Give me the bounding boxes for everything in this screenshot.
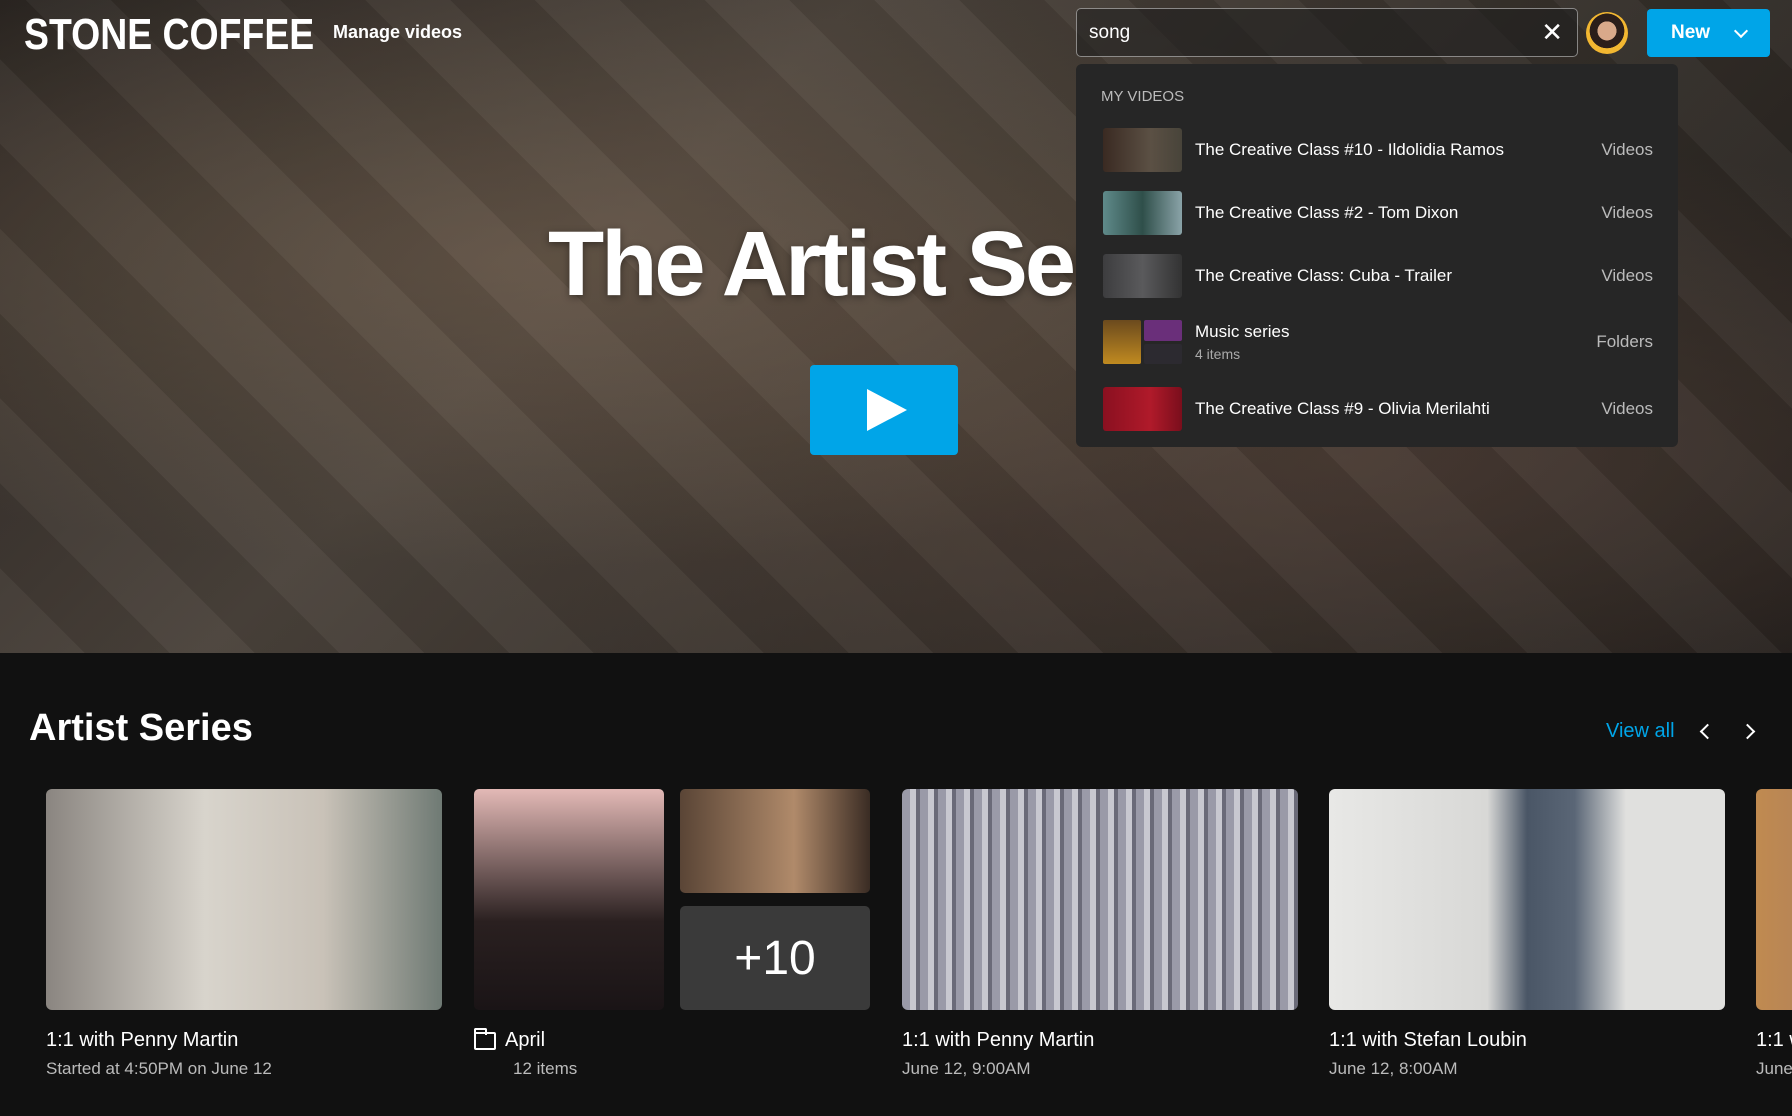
video-card[interactable]: 1:1 with Penny Martin Started at 4:50PM …	[46, 789, 442, 1079]
result-type: Videos	[1601, 265, 1653, 285]
folder-icon	[474, 1027, 496, 1050]
avatar[interactable]	[1586, 12, 1628, 54]
search-result[interactable]: The Creative Class #10 - Ildolidia Ramos…	[1076, 118, 1678, 181]
result-thumbnail	[1103, 386, 1182, 431]
chevron-left-icon[interactable]	[1699, 723, 1716, 740]
video-thumbnail[interactable]	[1756, 789, 1792, 1010]
search-input[interactable]	[1089, 21, 1542, 44]
chevron-down-icon[interactable]	[1734, 23, 1749, 38]
card-subtitle: 12 items	[513, 1059, 578, 1078]
play-button[interactable]	[810, 365, 958, 455]
video-thumbnail[interactable]	[902, 789, 1298, 1010]
new-button[interactable]: New	[1647, 9, 1770, 57]
result-type: Videos	[1601, 139, 1653, 159]
card-subtitle: June 12, 8:00AM	[1329, 1059, 1458, 1078]
search-result[interactable]: The Creative Class #9 - Olivia Merilahti…	[1076, 377, 1678, 440]
card-subtitle: June	[1756, 1059, 1792, 1078]
result-title: The Creative Class #10 - Ildolidia Ramos	[1195, 139, 1504, 159]
result-title: Music series	[1195, 322, 1290, 341]
result-subtitle: 4 items	[1195, 346, 1241, 362]
video-card[interactable]: 1:1 with June	[1756, 789, 1792, 1079]
card-subtitle: June 12, 9:00AM	[902, 1059, 1031, 1078]
extra-count: +10	[680, 906, 870, 1010]
result-thumbnail	[1103, 253, 1182, 298]
result-type: Videos	[1601, 202, 1653, 222]
search-result[interactable]: The Creative Class: Cuba - Trailer Video…	[1076, 244, 1678, 307]
view-all-link[interactable]: View all	[1606, 720, 1675, 743]
card-title[interactable]: April	[505, 1029, 545, 1052]
card-title[interactable]: 1:1 with Stefan Loubin	[1329, 1029, 1725, 1052]
card-title[interactable]: 1:1 with Penny Martin	[46, 1029, 442, 1052]
section-title: Artist Series	[29, 707, 253, 749]
results-heading: MY VIDEOS	[1101, 88, 1185, 105]
folder-thumbnails	[1103, 320, 1182, 364]
result-thumbnail	[1103, 127, 1182, 172]
card-title[interactable]: 1:1 with Penny Martin	[902, 1029, 1298, 1052]
search-results-dropdown: MY VIDEOS The Creative Class #10 - Ildol…	[1076, 64, 1678, 447]
new-label: New	[1671, 22, 1711, 43]
search-result[interactable]: The Creative Class #2 - Tom Dixon Videos	[1076, 181, 1678, 244]
video-thumbnail[interactable]	[46, 789, 442, 1010]
video-thumbnail[interactable]	[1329, 789, 1725, 1010]
folder-thumbnails[interactable]: +10	[474, 789, 870, 1010]
result-thumbnail	[1103, 190, 1182, 235]
search-result-folder[interactable]: Music series 4 items Folders	[1076, 307, 1678, 377]
play-icon	[867, 389, 907, 431]
card-title[interactable]: 1:1 with	[1756, 1029, 1792, 1052]
chevron-right-icon[interactable]	[1739, 723, 1756, 740]
result-title: The Creative Class: Cuba - Trailer	[1195, 265, 1452, 285]
manage-videos-link[interactable]: Manage videos	[333, 22, 462, 43]
video-card[interactable]: 1:1 with Stefan Loubin June 12, 8:00AM	[1329, 789, 1725, 1079]
result-title: The Creative Class #2 - Tom Dixon	[1195, 202, 1459, 222]
result-type: Videos	[1601, 398, 1653, 418]
result-title: The Creative Class #9 - Olivia Merilahti	[1195, 398, 1490, 418]
result-type: Folders	[1596, 332, 1653, 351]
search-box[interactable]: ✕	[1076, 8, 1578, 57]
folder-card[interactable]: +10 April 12 items	[474, 789, 870, 1079]
logo[interactable]: STONE COFFEE	[24, 10, 314, 60]
close-icon[interactable]: ✕	[1541, 17, 1563, 48]
video-card[interactable]: 1:1 with Penny Martin June 12, 9:00AM	[902, 789, 1298, 1079]
card-subtitle: Started at 4:50PM on June 12	[46, 1059, 272, 1078]
